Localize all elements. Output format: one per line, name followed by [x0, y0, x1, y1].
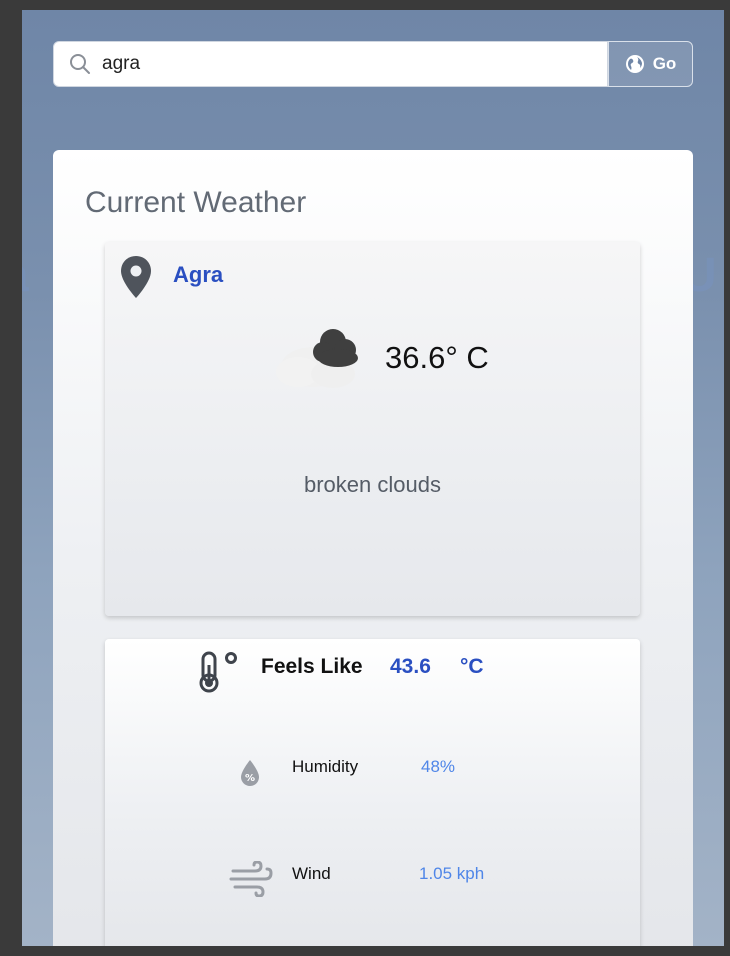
wind-label: Wind [292, 864, 331, 883]
humidity-value: 48% [421, 757, 456, 776]
broken-clouds-icon [276, 329, 358, 388]
search-icon [70, 54, 90, 74]
humidity-label: Humidity [292, 757, 359, 776]
app-viewport: a U Go Current Weather Agra [22, 10, 724, 946]
weather-details-panel: Feels Like 43.6 °C % Humidity 48% Wind 1… [105, 639, 640, 946]
wind-value: 1.05 kph [419, 864, 485, 883]
feels-like-unit: °C [460, 655, 484, 678]
current-conditions-panel: Agra 36.6° C broken clouds [105, 242, 640, 616]
card-title: Current Weather [85, 186, 307, 219]
humidity-icon: % [241, 760, 259, 786]
weather-description: broken clouds [304, 472, 441, 497]
go-button[interactable]: Go [608, 41, 693, 87]
background-decoration: a [22, 248, 29, 303]
globe-icon [625, 55, 644, 73]
city-name: Agra [173, 262, 224, 287]
current-weather-card: Current Weather Agra 36.6° C broken clou… [53, 150, 693, 946]
thermometer-icon [199, 651, 237, 693]
search-field[interactable] [53, 41, 608, 87]
go-button-label: Go [652, 54, 677, 73]
feels-like-label: Feels Like [261, 655, 363, 678]
search-bar: Go [53, 41, 693, 87]
search-input[interactable] [102, 53, 582, 75]
svg-text:%: % [245, 773, 255, 784]
location-pin-icon [121, 256, 151, 298]
wind-icon [229, 861, 273, 897]
feels-like-value: 43.6 [390, 655, 431, 678]
temperature: 36.6° C [385, 340, 489, 375]
